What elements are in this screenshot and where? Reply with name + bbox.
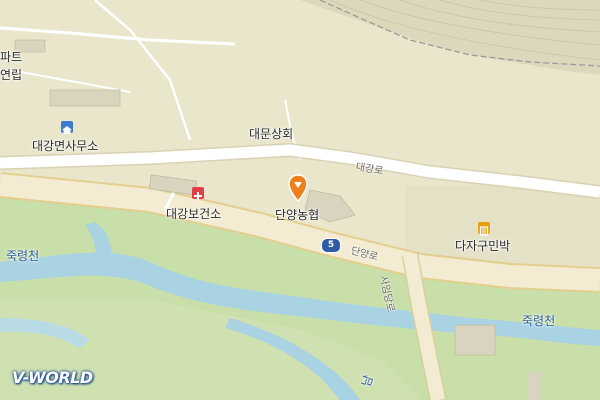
- river-label-left: 죽령천: [6, 249, 40, 263]
- route-shield: 5: [321, 238, 341, 253]
- guesthouse-label[interactable]: 다자구민박: [455, 237, 510, 254]
- apartment-label-fragment-2[interactable]: 연립: [0, 66, 22, 83]
- river-label-right: 죽령천: [522, 314, 556, 328]
- lodging-icon[interactable]: [478, 222, 490, 236]
- nonghyup-label[interactable]: 단양농협: [275, 206, 319, 223]
- office-icon[interactable]: [61, 121, 73, 134]
- apartment-label-fragment-1[interactable]: 파트: [0, 48, 22, 65]
- health-center-label[interactable]: 대강보건소: [166, 205, 221, 222]
- office-label[interactable]: 대강면사무소: [32, 137, 98, 154]
- location-marker-icon[interactable]: [288, 174, 308, 202]
- hospital-icon[interactable]: [192, 187, 204, 200]
- landmark-label[interactable]: 대문상회: [249, 125, 293, 142]
- map-canvas[interactable]: 파트 연립 대강면사무소 대문상회 대강로 대강보건소 단양농협 다자구민박 5…: [0, 0, 600, 400]
- vworld-logo[interactable]: V-WORLD: [12, 368, 93, 387]
